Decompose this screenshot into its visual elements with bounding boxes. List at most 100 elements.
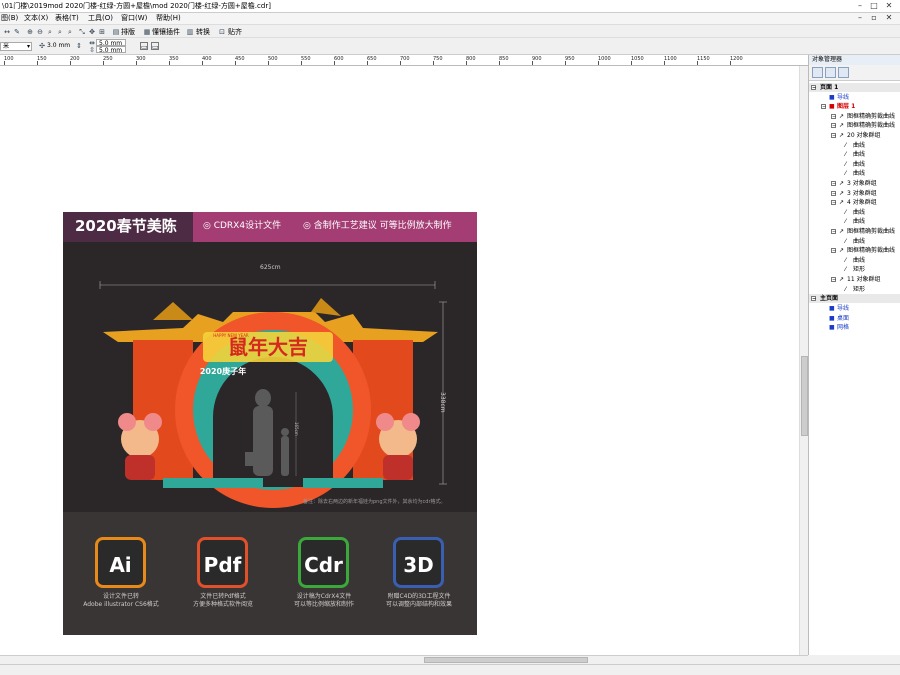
snap-button[interactable]: 贴齐 — [228, 27, 242, 37]
horizontal-scrollbar[interactable] — [0, 655, 808, 664]
expand-toggle-icon[interactable]: − — [831, 277, 836, 283]
convert-icon[interactable]: ▥ — [186, 28, 194, 36]
tree-row[interactable]: − ↗ 3 对象群组 — [809, 179, 900, 188]
expand-toggle-icon[interactable]: − — [831, 123, 836, 129]
layer-manager-view-icon[interactable] — [838, 67, 849, 78]
horizontal-ruler[interactable]: 100 150 200 250 300 350 400 450 500 550 600 650 700 7… — [0, 55, 808, 66]
expand-toggle-icon[interactable]: − — [831, 113, 836, 119]
flip-icon[interactable]: ↔ — [3, 28, 11, 36]
page-icon[interactable]: ▭ — [140, 42, 148, 51]
edit-across-layers-icon[interactable] — [825, 67, 836, 78]
maximize-icon[interactable]: □ — [868, 1, 880, 11]
tree-row[interactable]: ■ 桌面 — [809, 314, 900, 323]
tree-row-label: 曲线 — [853, 218, 866, 226]
expand-toggle-icon[interactable]: − — [831, 190, 836, 196]
grid-icon[interactable]: ⊞ — [98, 28, 106, 36]
design-artwork[interactable]: 2020春节美陈 ◎ CDRX4设计文件 ◎ 含制作工艺建议 可等比例放大制作 … — [63, 212, 477, 635]
tree-row[interactable]: ■ 导线 — [809, 93, 900, 102]
tree-row[interactable]: − ↗ 11 对象群组 — [809, 275, 900, 284]
zoom-width-icon[interactable]: ⌕ — [66, 28, 74, 36]
expand-toggle-icon[interactable]: − — [811, 296, 816, 302]
tree-row[interactable]: ⁄ 曲线 — [809, 169, 900, 178]
expand-toggle-icon[interactable]: − — [831, 181, 836, 187]
pan-icon[interactable]: ✥ — [88, 28, 96, 36]
tree-row[interactable]: ⁄ 矩形 — [809, 285, 900, 294]
tree-row[interactable]: ⁄ 矩形 — [809, 265, 900, 274]
menu-item-window[interactable]: 窗口(W) — [121, 14, 147, 23]
tree-row[interactable]: − 页面 1 — [809, 83, 900, 92]
expand-toggle-icon[interactable]: − — [811, 85, 816, 91]
expand-toggle-icon[interactable]: − — [821, 104, 826, 110]
menu-item-text[interactable]: 文本(X) — [24, 14, 48, 23]
nudge-x-input[interactable]: 5.0 mm — [96, 39, 126, 47]
plugin-button[interactable]: 懂镶插件 — [152, 27, 180, 37]
tree-row[interactable]: ⁄ 曲线 — [809, 160, 900, 169]
happy-new-year-text: HAPPY NEW YEAR — [213, 333, 249, 338]
ruler-tick — [697, 61, 698, 65]
tree-row[interactable]: ■ 网格 — [809, 323, 900, 332]
fit-icon[interactable]: ⤡ — [78, 28, 86, 36]
ruler-label: 200 — [70, 56, 80, 62]
tree-row-label: 曲线 — [853, 208, 866, 216]
pages-icon[interactable]: ▭ — [151, 42, 159, 51]
tree-row-label: 4 对象群组 — [847, 199, 877, 207]
object-type-icon: ■ — [829, 93, 835, 101]
layout-button[interactable]: 排版 — [121, 27, 135, 37]
tree-row[interactable]: ⁄ 曲线 — [809, 208, 900, 217]
spinner-icon[interactable]: ⇕ — [75, 42, 83, 50]
tree-row[interactable]: − ↗ 图框精确剪裁曲线 — [809, 121, 900, 130]
object-type-icon: ■ — [829, 103, 835, 111]
tree-row[interactable]: − 主页面 — [809, 294, 900, 304]
menu-item-view[interactable]: 图(B) — [1, 14, 18, 23]
doc-restore-icon[interactable]: ▫ — [868, 13, 880, 23]
tree-row[interactable]: − ↗ 3 对象群组 — [809, 189, 900, 198]
ruler-tick — [598, 61, 599, 65]
tree-row[interactable]: ⁄ 曲线 — [809, 150, 900, 159]
expand-toggle-icon[interactable]: − — [831, 229, 836, 235]
close-icon[interactable]: ✕ — [883, 1, 895, 11]
tree-row[interactable]: ⁄ 曲线 — [809, 141, 900, 150]
ruler-tick — [301, 61, 302, 65]
tree-row[interactable]: − ↗ 20 对象群组 — [809, 131, 900, 140]
tree-row[interactable]: − ■ 图层 1 — [809, 102, 900, 111]
pencil-icon[interactable]: ✎ — [13, 28, 21, 36]
outline-width[interactable]: 3.0 mm — [47, 41, 70, 51]
object-type-icon: ■ — [829, 314, 835, 322]
zoom-selection-icon[interactable]: ⌕ — [46, 28, 54, 36]
convert-button[interactable]: 转换 — [196, 27, 210, 37]
tree-row[interactable]: − ↗ 图框精确剪裁曲线 — [809, 227, 900, 236]
menu-item-tools[interactable]: 工具(O) — [88, 14, 113, 23]
doc-minimize-icon[interactable]: – — [854, 13, 866, 23]
plugin-icon[interactable]: ▦ — [143, 28, 151, 36]
menu-item-table[interactable]: 表格(T) — [55, 14, 79, 23]
tree-row[interactable]: − ↗ 图框精确剪裁曲线 — [809, 246, 900, 255]
docker-title: 对象管理器 — [809, 55, 900, 65]
tree-row[interactable]: ⁄ 曲线 — [809, 237, 900, 246]
vertical-scrollbar[interactable] — [799, 66, 808, 655]
ruler-tick — [532, 61, 533, 65]
menu-item-help[interactable]: 帮助(H) — [156, 14, 181, 23]
doc-close-icon[interactable]: ✕ — [883, 13, 895, 23]
snap-icon[interactable]: ⊡ — [218, 28, 226, 36]
expand-toggle-icon[interactable]: − — [831, 133, 836, 139]
expand-toggle-icon[interactable]: − — [831, 248, 836, 254]
horizontal-scroll-thumb[interactable] — [424, 657, 588, 663]
expand-toggle-icon[interactable]: − — [831, 200, 836, 206]
show-properties-icon[interactable] — [812, 67, 823, 78]
tree-row[interactable]: ■ 导线 — [809, 304, 900, 313]
tree-row[interactable]: − ↗ 4 对象群组 — [809, 198, 900, 207]
tree-row[interactable]: ⁄ 曲线 — [809, 217, 900, 226]
minimize-icon[interactable]: – — [854, 1, 866, 11]
zoom-in-icon[interactable]: ⊕ — [26, 28, 34, 36]
zoom-page-icon[interactable]: ⌕ — [56, 28, 64, 36]
object-type-icon: ■ — [829, 305, 835, 313]
vertical-scroll-thumb[interactable] — [801, 356, 808, 436]
nudge-y-input[interactable]: 5.0 mm — [96, 46, 126, 54]
tree-row-label: 图框精确剪裁曲线 — [847, 247, 896, 255]
tree-row[interactable]: ⁄ 曲线 — [809, 256, 900, 265]
zoom-out-icon[interactable]: ⊖ — [36, 28, 44, 36]
layout-icon[interactable]: ▤ — [112, 28, 120, 36]
tree-row[interactable]: − ↗ 图框精确剪裁曲线 — [809, 112, 900, 121]
unit-select[interactable]: 米 ▾ — [0, 42, 32, 51]
docker-toolbar — [809, 65, 900, 81]
